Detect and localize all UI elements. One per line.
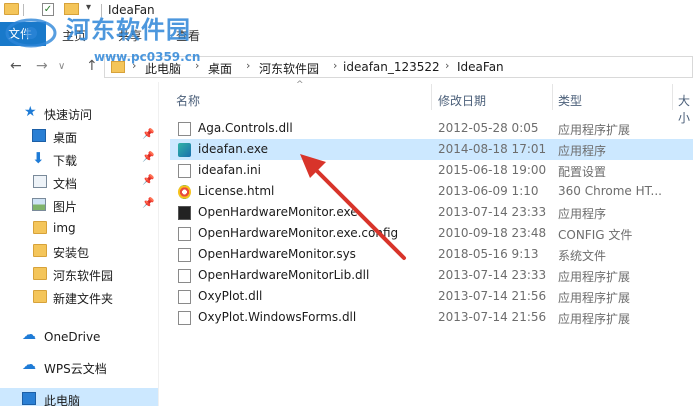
dll-icon (178, 290, 191, 304)
file-row[interactable]: OxyPlot.WindowsForms.dll 2013-07-14 21:5… (170, 307, 693, 328)
desktop-icon (32, 129, 46, 142)
pin-icon[interactable]: 📌 (142, 198, 154, 209)
nav-item-wps-cloud[interactable]: ☁ WPS云文档 (0, 356, 158, 378)
file-row[interactable]: ideafan.exe 2014-08-18 17:01 应用程序 (170, 139, 693, 160)
pane-divider[interactable] (158, 82, 159, 406)
breadcrumb-ideafan[interactable]: IdeaFan (457, 60, 504, 74)
file-row[interactable]: OpenHardwareMonitor.exe.config 2010-09-1… (170, 223, 693, 244)
watermark-title: 河东软件园 (66, 15, 191, 44)
exe-icon (178, 143, 191, 157)
file-row[interactable]: License.html 2013-06-09 1:10 360 Chrome … (170, 181, 693, 202)
column-divider[interactable] (672, 84, 673, 110)
column-header-size[interactable]: 大小 (678, 92, 693, 125)
cloud-icon: ☁ (22, 357, 36, 373)
pin-icon[interactable]: 📌 (142, 129, 154, 140)
ini-icon (178, 164, 191, 178)
nav-item-onedrive[interactable]: ☁ OneDrive (0, 326, 158, 348)
navigation-pane: ★ 快速访问 桌面 📌 ⬇ 下载 📌 文档 📌 图片 📌 img 安装包 河东软… (0, 82, 158, 406)
column-header-date[interactable]: 修改日期 (438, 92, 486, 116)
back-arrow-icon[interactable]: ← (10, 58, 22, 74)
chevron-right-icon[interactable]: › (333, 59, 337, 72)
document-icon (33, 175, 47, 188)
file-row[interactable]: OpenHardwareMonitor.sys 2018-05-16 9:13 … (170, 244, 693, 265)
html-icon (178, 185, 191, 199)
column-header-name[interactable]: 名称 (176, 92, 200, 116)
file-row[interactable]: Aga.Controls.dll 2012-05-28 0:05 应用程序扩展 (170, 118, 693, 139)
star-icon: ★ (24, 104, 37, 120)
forward-arrow-icon[interactable]: → (36, 58, 48, 74)
column-divider[interactable] (552, 84, 553, 110)
folder-icon (33, 221, 47, 234)
dll-icon (178, 311, 191, 325)
nav-item-quick-access[interactable]: ★ 快速访问 (0, 102, 158, 124)
file-row[interactable]: OpenHardwareMonitorLib.dll 2013-07-14 23… (170, 265, 693, 286)
file-icon (178, 227, 191, 241)
cloud-icon: ☁ (22, 327, 36, 343)
nav-item-this-pc[interactable]: 此电脑 (0, 388, 158, 406)
recent-locations-dropdown-icon[interactable]: ∨ (58, 61, 65, 72)
monitor-icon (178, 206, 191, 220)
breadcrumb-hedong[interactable]: 河东软件园 (259, 60, 319, 77)
computer-icon (22, 392, 36, 405)
folder-icon (4, 3, 19, 15)
sys-icon (178, 248, 191, 262)
folder-icon (33, 290, 47, 303)
chevron-right-icon[interactable]: › (246, 59, 250, 72)
breadcrumb-desktop[interactable]: 桌面 (208, 60, 232, 77)
file-row[interactable]: OxyPlot.dll 2013-07-14 21:56 应用程序扩展 (170, 286, 693, 307)
nav-item-new-folder[interactable]: 新建文件夹 (0, 286, 158, 308)
column-header-type[interactable]: 类型 (558, 92, 582, 116)
breadcrumb-ideafan-123522[interactable]: ideafan_123522 (343, 60, 440, 74)
nav-item-desktop[interactable]: 桌面 📌 (0, 125, 158, 147)
pin-icon[interactable]: 📌 (142, 175, 154, 186)
pin-icon[interactable]: 📌 (142, 152, 154, 163)
sort-ascending-icon: ^ (296, 80, 304, 90)
nav-item-hedong[interactable]: 河东软件园 (0, 263, 158, 285)
nav-item-img[interactable]: img (0, 217, 158, 239)
nav-item-pictures[interactable]: 图片 📌 (0, 194, 158, 216)
download-icon: ⬇ (32, 149, 45, 167)
column-divider[interactable] (431, 84, 432, 110)
nav-item-installers[interactable]: 安装包 (0, 240, 158, 262)
folder-icon (33, 244, 47, 257)
watermark-url: www.pc0359.cn (94, 50, 201, 64)
folder-icon (33, 267, 47, 280)
dll-icon (178, 122, 191, 136)
nav-item-downloads[interactable]: ⬇ 下载 📌 (0, 148, 158, 170)
chevron-right-icon[interactable]: › (445, 59, 449, 72)
picture-icon (32, 198, 46, 211)
divider (23, 4, 24, 16)
properties-icon[interactable]: ✓ (42, 3, 54, 16)
watermark-logo-icon (5, 18, 57, 48)
file-row[interactable]: ideafan.ini 2015-06-18 19:00 配置设置 (170, 160, 693, 181)
dll-icon (178, 269, 191, 283)
file-row[interactable]: OpenHardwareMonitor.exe 2013-07-14 23:33… (170, 202, 693, 223)
nav-item-documents[interactable]: 文档 📌 (0, 171, 158, 193)
